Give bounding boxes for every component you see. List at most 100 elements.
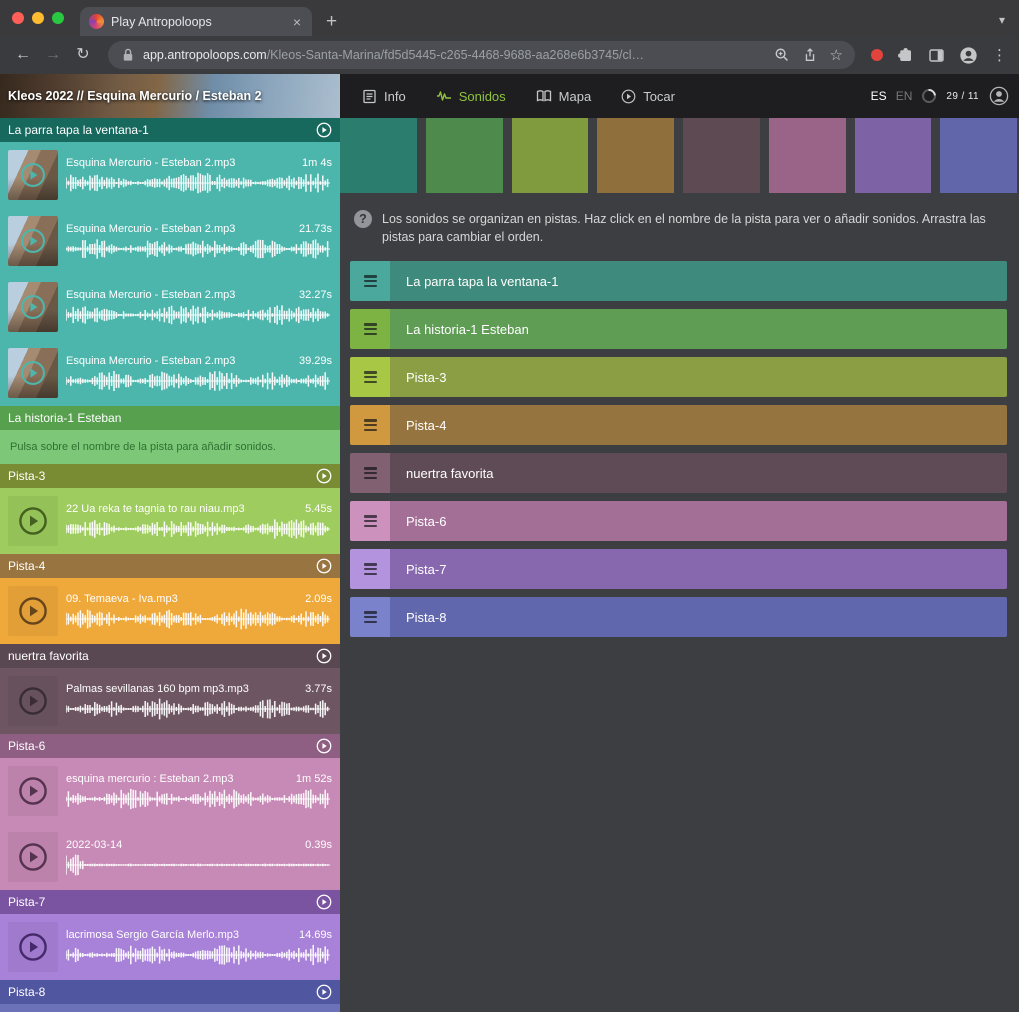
nav-info[interactable]: Info [362, 89, 406, 104]
track-row[interactable]: Pista-8 [350, 597, 1007, 637]
track-drag-handle[interactable] [350, 549, 390, 589]
audio-clip[interactable]: Palmas sevillanas 160 bpm mp3.mp33.77s [0, 668, 340, 734]
reload-button[interactable]: ↻ [70, 47, 96, 63]
track-row-button[interactable]: Pista-3 [390, 357, 1007, 397]
track-swatch[interactable] [855, 118, 932, 193]
track-row[interactable]: Pista-7 [350, 549, 1007, 589]
track-play-button[interactable] [316, 648, 332, 664]
url-bar[interactable]: app.antropoloops.com/Kleos-Santa-Marina/… [108, 41, 855, 69]
thumb-play-icon[interactable] [20, 228, 46, 254]
track-row-button[interactable]: nuertra favorita [390, 453, 1007, 493]
clip-play-button[interactable] [8, 676, 58, 726]
clip-thumbnail[interactable] [8, 282, 58, 332]
clip-play-icon[interactable] [18, 932, 48, 962]
audio-clip[interactable]: lacrimosa Sergio García Merlo.mp314.69s [0, 914, 340, 980]
nav-sonidos[interactable]: Sonidos [436, 89, 506, 104]
audio-clip[interactable]: esquina mercurio : Esteban 2.mp31m 52s [0, 758, 340, 824]
recording-extension-icon[interactable] [871, 49, 883, 61]
track-drag-handle[interactable] [350, 501, 390, 541]
track-swatch[interactable] [340, 118, 417, 193]
track-drag-handle[interactable] [350, 453, 390, 493]
share-icon[interactable] [802, 47, 818, 63]
track-row[interactable]: Pista-6 [350, 501, 1007, 541]
track-play-button[interactable] [316, 738, 332, 754]
clip-play-button[interactable] [8, 586, 58, 636]
lang-en[interactable]: EN [896, 89, 913, 103]
audio-clip[interactable]: Esquina Mercurio - Esteban 2.mp332.27s [0, 274, 340, 340]
track-row-button[interactable]: La parra tapa la ventana-1 [390, 261, 1007, 301]
nav-mapa[interactable]: Mapa [536, 89, 592, 104]
tab-close-icon[interactable]: × [291, 14, 303, 30]
track-header[interactable]: Pista-6 [0, 734, 340, 758]
clip-play-button[interactable] [8, 832, 58, 882]
track-swatch[interactable] [940, 118, 1017, 193]
track-swatch[interactable] [426, 118, 503, 193]
window-minimize-button[interactable] [32, 12, 44, 24]
track-swatch[interactable] [683, 118, 760, 193]
clip-play-button[interactable] [8, 922, 58, 972]
track-row[interactable]: Pista-3 [350, 357, 1007, 397]
track-header[interactable]: La parra tapa la ventana-1 [0, 118, 340, 142]
lang-es[interactable]: ES [871, 89, 887, 103]
thumb-play-icon[interactable] [20, 162, 46, 188]
browser-tab[interactable]: Play Antropoloops × [80, 7, 312, 36]
track-row-button[interactable]: La historia-1 Esteban [390, 309, 1007, 349]
clip-thumbnail[interactable] [8, 348, 58, 398]
forward-button[interactable]: → [40, 47, 66, 63]
nav-tocar[interactable]: Tocar [621, 89, 675, 104]
track-row[interactable]: La parra tapa la ventana-1 [350, 261, 1007, 301]
window-close-button[interactable] [12, 12, 24, 24]
track-row-button[interactable]: Pista-6 [390, 501, 1007, 541]
new-tab-button[interactable]: + [326, 12, 337, 31]
thumb-play-icon[interactable] [20, 360, 46, 386]
profile-avatar-icon[interactable] [959, 46, 978, 65]
track-play-button[interactable] [316, 894, 332, 910]
audio-clip[interactable]: Esquina Mercurio - Esteban 2.mp339.29s [0, 340, 340, 406]
track-drag-handle[interactable] [350, 309, 390, 349]
back-button[interactable]: ← [10, 47, 36, 63]
audio-clip[interactable]: Esquina Mercurio - Esteban 2.mp31m 4s [0, 142, 340, 208]
extensions-puzzle-icon[interactable] [897, 47, 914, 64]
track-row[interactable]: nuertra favorita [350, 453, 1007, 493]
track-swatch[interactable] [597, 118, 674, 193]
thumb-play-icon[interactable] [20, 294, 46, 320]
track-header[interactable]: nuertra favorita [0, 644, 340, 668]
track-row-button[interactable]: Pista-8 [390, 597, 1007, 637]
clip-play-icon[interactable] [18, 506, 48, 536]
track-play-button[interactable] [316, 558, 332, 574]
clip-play-icon[interactable] [18, 686, 48, 716]
audio-clip[interactable]: 22 Ua reka te tagnia to rau niau.mp35.45… [0, 488, 340, 554]
track-header[interactable]: Pista-7 [0, 890, 340, 914]
track-swatch[interactable] [512, 118, 589, 193]
track-row-button[interactable]: Pista-4 [390, 405, 1007, 445]
window-zoom-button[interactable] [52, 12, 64, 24]
track-row[interactable]: La historia-1 Esteban [350, 309, 1007, 349]
track-play-button[interactable] [316, 122, 332, 138]
audio-clip[interactable]: Esquina Mercurio - Esteban 2.mp321.73s [0, 208, 340, 274]
track-header[interactable]: La historia-1 Esteban [0, 406, 340, 430]
track-swatch[interactable] [769, 118, 846, 193]
bookmark-star-icon[interactable]: ☆ [830, 48, 843, 63]
account-icon[interactable] [989, 86, 1009, 106]
clip-play-icon[interactable] [18, 776, 48, 806]
zoom-icon[interactable] [774, 47, 790, 63]
track-header[interactable]: Pista-8 [0, 980, 340, 1004]
side-panel-icon[interactable] [928, 47, 945, 64]
track-header[interactable]: Pista-3 [0, 464, 340, 488]
browser-menu-icon[interactable]: ⋮ [992, 48, 1007, 63]
audio-clip[interactable]: 2022-03-140.39s [0, 824, 340, 890]
track-play-button[interactable] [316, 468, 332, 484]
clip-play-button[interactable] [8, 766, 58, 816]
clip-thumbnail[interactable] [8, 216, 58, 266]
clip-play-button[interactable] [8, 496, 58, 546]
track-drag-handle[interactable] [350, 405, 390, 445]
clip-play-icon[interactable] [18, 596, 48, 626]
track-drag-handle[interactable] [350, 597, 390, 637]
track-row[interactable]: Pista-4 [350, 405, 1007, 445]
track-row-button[interactable]: Pista-7 [390, 549, 1007, 589]
clip-play-icon[interactable] [18, 842, 48, 872]
tab-search-chevron-icon[interactable]: ▾ [999, 13, 1005, 27]
track-header[interactable]: Pista-4 [0, 554, 340, 578]
clip-thumbnail[interactable] [8, 150, 58, 200]
track-drag-handle[interactable] [350, 357, 390, 397]
